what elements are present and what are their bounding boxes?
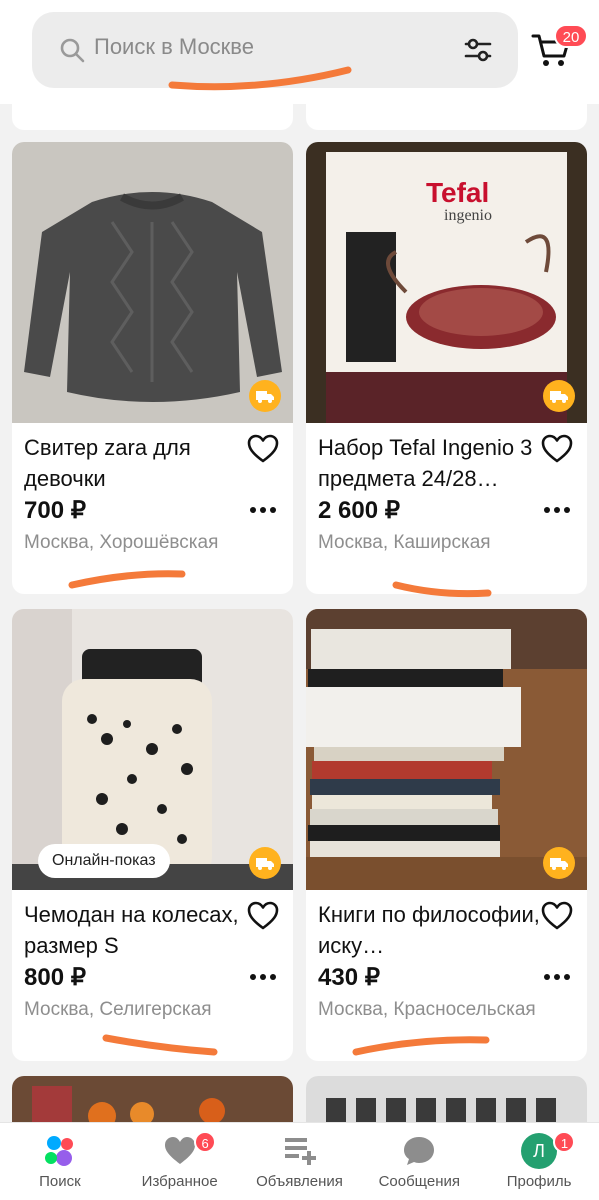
listing-card[interactable]: Книги по философии, иску… 430 ₽ Москва, … [306,609,587,1061]
nav-label: Профиль [506,1173,572,1190]
more-options-icon[interactable] [542,498,572,522]
listing-card-partial[interactable] [306,104,587,130]
top-bar: Поиск в Москве 20 [0,0,599,104]
online-showing-badge: Онлайн-показ [38,844,170,878]
listing-price: 700 ₽ [24,497,86,524]
nav-ads[interactable]: Объявления [240,1123,360,1200]
nav-label: Объявления [256,1173,343,1190]
favorite-heart-icon[interactable] [246,899,280,933]
search-icon [60,38,85,63]
nav-search[interactable]: Поиск [0,1123,120,1200]
favorite-heart-icon[interactable] [540,432,574,466]
listing-title[interactable]: Набор Tefal Ingenio 3 предмета 24/28… [318,432,540,494]
heart-icon [164,1137,195,1164]
nav-messages[interactable]: Сообщения [359,1123,479,1200]
more-options-icon[interactable] [542,965,572,989]
cart-count-badge: 20 [554,24,588,48]
listing-location: Москва, Селигерская [24,999,212,1020]
more-options-icon[interactable] [248,965,278,989]
favorite-heart-icon[interactable] [540,899,574,933]
listing-card-partial[interactable] [12,104,293,130]
search-bar[interactable]: Поиск в Москве [32,12,518,88]
truck-icon [256,858,274,870]
delivery-badge [249,380,281,412]
favorites-count-badge: 6 [194,1131,217,1153]
truck-icon [550,391,568,403]
nav-profile[interactable]: Л 1 Профиль [479,1123,599,1200]
listing-price: 800 ₽ [24,964,86,991]
nav-favorites[interactable]: 6 Избранное [120,1123,240,1200]
listing-card[interactable]: Tefal ingenio Набор Tefal Ingenio 3 пред… [306,142,587,594]
listing-location: Москва, Хорошёвская [24,532,219,553]
profile-notification-badge: 1 [553,1131,576,1153]
listing-title[interactable]: Чемодан на колесах, размер S [24,899,246,961]
delivery-badge [543,380,575,412]
listing-location: Москва, Каширская [318,532,491,553]
search-dots-icon [44,1136,73,1166]
svg-text:Tefal: Tefal [426,177,489,208]
listing-card[interactable]: Свитер zara для девочки 700 ₽ Москва, Хо… [12,142,293,594]
more-options-icon[interactable] [248,498,278,522]
avatar-icon: Л [521,1133,558,1169]
listing-location: Москва, Красносельская [318,999,536,1020]
delivery-badge [543,847,575,879]
listing-title[interactable]: Книги по философии, иску… [318,899,540,961]
delivery-badge [249,847,281,879]
truck-icon [550,858,568,870]
nav-label: Поиск [39,1173,81,1190]
favorite-heart-icon[interactable] [246,432,280,466]
nav-label: Избранное [141,1173,218,1190]
listing-title[interactable]: Свитер zara для девочки [24,432,246,494]
listing-price: 2 600 ₽ [318,497,400,524]
avatar-letter: Л [533,1141,545,1161]
svg-text:ingenio: ingenio [444,207,492,224]
truck-icon [256,391,274,403]
listing-price: 430 ₽ [318,964,380,991]
filters-icon[interactable] [462,34,494,66]
search-input[interactable]: Поиск в Москве [94,34,254,60]
chat-icon [404,1137,435,1165]
listing-card[interactable]: Онлайн-показ Чемодан на колесах, размер … [12,609,293,1061]
bottom-navigation: Поиск 6 Избранное Объявления Сообщения Л… [0,1122,599,1200]
ads-icon [285,1138,317,1165]
nav-label: Сообщения [378,1173,460,1190]
